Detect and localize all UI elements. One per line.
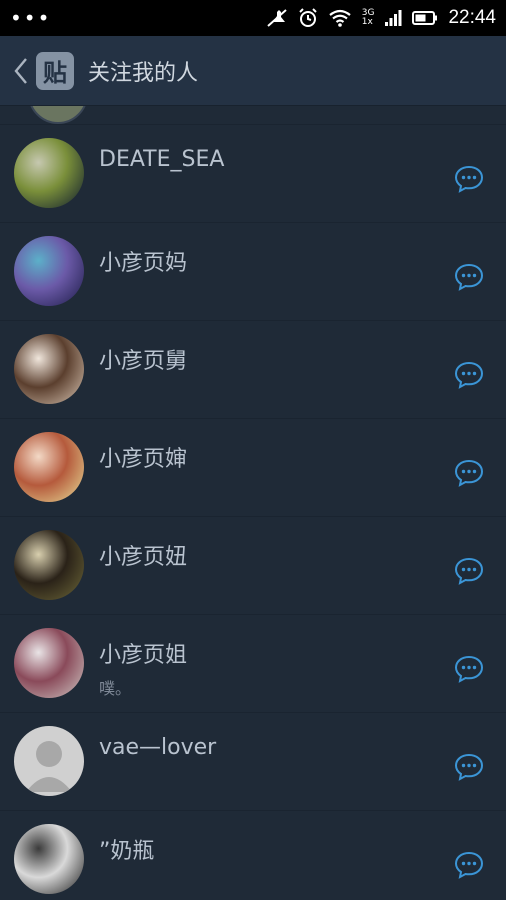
- back-button[interactable]: [6, 36, 36, 106]
- list-item[interactable]: 小彦页妞: [0, 517, 506, 615]
- title-bar: 贴 关注我的人: [0, 36, 506, 106]
- message-button[interactable]: [454, 753, 484, 781]
- list-item[interactable]: vae—lover: [0, 713, 506, 811]
- message-button[interactable]: [454, 459, 484, 487]
- status-bar: ••• 3G 1x 22:44: [0, 0, 506, 36]
- wifi-icon: [329, 9, 351, 27]
- chevron-left-icon: [14, 57, 27, 84]
- chat-bubble-icon: [454, 753, 484, 781]
- chat-bubble-icon: [454, 851, 484, 879]
- chat-bubble-icon: [454, 263, 484, 291]
- chat-bubble-icon: [454, 459, 484, 487]
- network-type: 3G 1x: [362, 9, 375, 27]
- list-item[interactable]: 小彦页姐 噗。: [0, 615, 506, 713]
- list-item-partial[interactable]: [0, 106, 506, 125]
- message-button[interactable]: [454, 165, 484, 193]
- message-button[interactable]: [454, 557, 484, 585]
- follower-signature: 噗。: [99, 679, 132, 698]
- avatar[interactable]: [14, 726, 84, 796]
- avatar: [28, 106, 88, 124]
- follower-name[interactable]: 小彦页舅: [99, 343, 187, 375]
- message-button[interactable]: [454, 361, 484, 389]
- list-item[interactable]: 小彦页妈: [0, 223, 506, 321]
- avatar[interactable]: [14, 432, 84, 502]
- follower-name[interactable]: 小彦页婶: [99, 441, 187, 473]
- clock: 22:44: [448, 7, 496, 28]
- alarm-icon: [299, 8, 317, 27]
- signal-icon: [385, 10, 402, 26]
- follower-name[interactable]: 小彦页姐: [99, 637, 187, 669]
- follower-name[interactable]: 小彦页妞: [99, 539, 187, 571]
- chat-bubble-icon: [454, 655, 484, 683]
- message-button[interactable]: [454, 655, 484, 683]
- network-type-bottom: 1x: [361, 17, 373, 27]
- notification-dots: •••: [10, 6, 52, 30]
- chat-bubble-icon: [454, 361, 484, 389]
- chat-bubble-icon: [454, 557, 484, 585]
- status-icons: 3G 1x 22:44: [266, 7, 496, 29]
- default-avatar-icon: [26, 741, 72, 792]
- follower-name[interactable]: ”奶瓶: [99, 833, 154, 865]
- avatar[interactable]: [14, 138, 84, 208]
- avatar[interactable]: [14, 236, 84, 306]
- follower-name[interactable]: 小彦页妈: [99, 245, 187, 277]
- message-button[interactable]: [454, 851, 484, 879]
- follower-name[interactable]: DEATE_SEA: [99, 147, 224, 172]
- list-item[interactable]: 小彦页婶: [0, 419, 506, 517]
- avatar[interactable]: [14, 530, 84, 600]
- list-item[interactable]: DEATE_SEA: [0, 125, 506, 223]
- follower-list[interactable]: DEATE_SEA 小彦页妈小彦页舅小彦页婶小彦页妞小彦页姐噗。 vae—lover…: [0, 106, 506, 900]
- follower-name[interactable]: vae—lover: [99, 735, 216, 760]
- avatar[interactable]: [14, 628, 84, 698]
- app-logo: 贴: [36, 51, 74, 90]
- list-item[interactable]: ”奶瓶: [0, 811, 506, 900]
- list-item[interactable]: 小彦页舅: [0, 321, 506, 419]
- avatar[interactable]: [14, 824, 84, 894]
- message-button[interactable]: [454, 263, 484, 291]
- mute-icon: [267, 9, 287, 27]
- battery-icon: [412, 11, 438, 25]
- page-title: 关注我的人: [88, 60, 199, 86]
- avatar[interactable]: [14, 334, 84, 404]
- chat-bubble-icon: [454, 165, 484, 193]
